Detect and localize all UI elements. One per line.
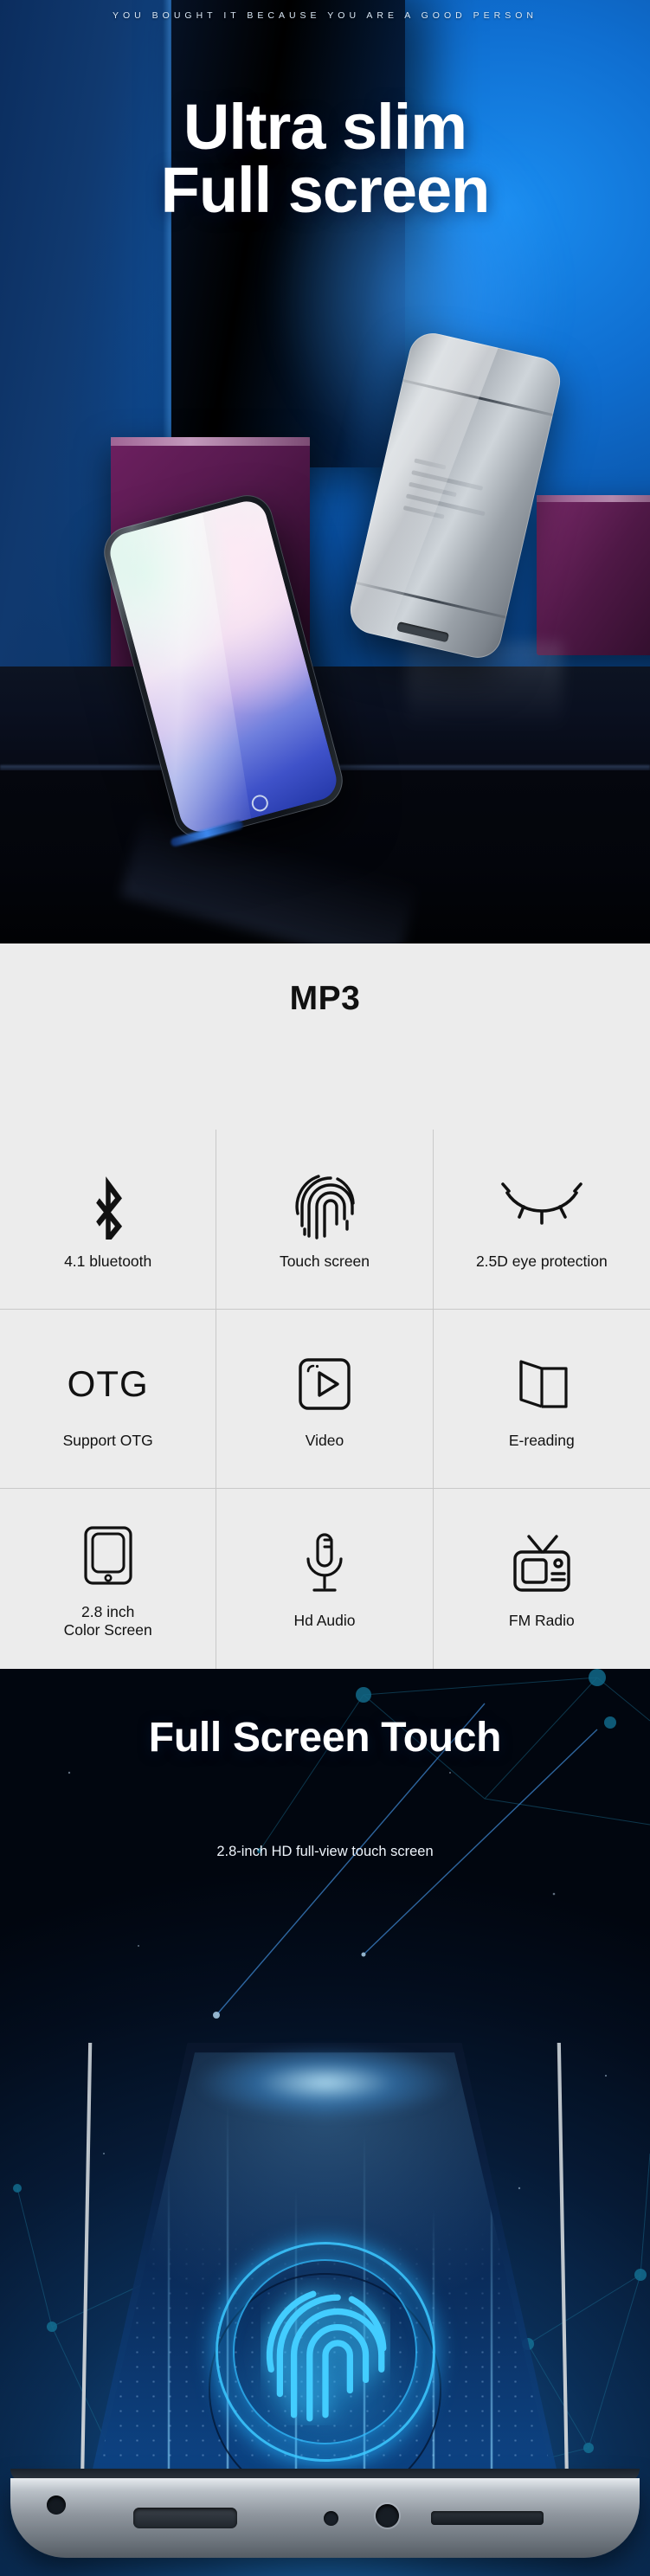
touch-section: Full Screen Touch 2.8-inch HD full-view … (0, 1669, 650, 2576)
feature-label: Hd Audio (293, 1612, 356, 1630)
phone-edge-body (10, 2478, 640, 2558)
touch-title: Full Screen Touch (148, 1715, 502, 1761)
device-top-glow (143, 2031, 507, 2135)
feature-label: 4.1 bluetooth (64, 1252, 152, 1270)
tablet-screen-icon (82, 1518, 134, 1593)
side-hole (47, 2496, 66, 2515)
video-play-icon (296, 1347, 353, 1421)
bluetooth-icon (86, 1168, 131, 1242)
feature-label: 2.5D eye protection (475, 1252, 608, 1270)
feature-label: E-reading (508, 1432, 575, 1450)
feature-label: 2.8 inch Color Screen (64, 1603, 152, 1640)
open-book-icon (511, 1347, 573, 1421)
microphone-icon (299, 1527, 350, 1601)
feature-label: FM Radio (508, 1612, 575, 1630)
touch-subtitle: 2.8-inch HD full-view touch screen (216, 1844, 434, 1859)
feature-label-line2: Color Screen (63, 1621, 152, 1639)
feature-label: Video (305, 1432, 344, 1450)
fingerprint-icon (293, 1168, 357, 1242)
television-icon (508, 1527, 576, 1601)
hero-title-line1: Ultra slim (183, 91, 467, 163)
product-detail-page: YOU BOUGHT IT BECAUSE YOU ARE A GOOD PER… (0, 0, 650, 2576)
feature-cell-eye-protection[interactable]: 2.5D eye protection (433, 1130, 650, 1310)
feature-cell-ereading[interactable]: E-reading (433, 1310, 650, 1490)
otg-text: OTG (67, 1363, 149, 1405)
hero-tagline: YOU BOUGHT IT BECAUSE YOU ARE A GOOD PER… (113, 10, 537, 21)
feature-label-line1: 2.8 inch (81, 1602, 135, 1620)
hero-title: Ultra slim Full screen (0, 95, 650, 222)
feature-cell-otg[interactable]: OTG Support OTG (0, 1309, 217, 1490)
fingerprint-scan-icon (208, 2242, 442, 2506)
microphone-hole (324, 2511, 338, 2526)
feature-cell-touch-screen[interactable]: Touch screen (216, 1130, 434, 1310)
feature-label: Support OTG (62, 1432, 153, 1450)
closed-eye-icon (500, 1168, 583, 1242)
features-section: MP3 4.1 bluetooth Touch screen 2.5D eye … (0, 943, 650, 1669)
player-back-reflection (407, 642, 563, 746)
purple-block-right (537, 495, 650, 655)
feature-cell-video[interactable]: Video (216, 1309, 434, 1490)
usb-port (133, 2508, 237, 2528)
card-slot (431, 2511, 544, 2525)
feature-cell-fm-radio[interactable]: FM Radio (434, 1489, 650, 1669)
features-grid: 4.1 bluetooth Touch screen 2.5D eye prot… (0, 1130, 650, 1669)
features-title: MP3 (289, 980, 361, 1017)
feature-cell-bluetooth[interactable]: 4.1 bluetooth (0, 1130, 217, 1310)
phone-bottom-edge (10, 2469, 640, 2558)
hero-section: YOU BOUGHT IT BECAUSE YOU ARE A GOOD PER… (0, 0, 650, 943)
otg-text-icon: OTG (68, 1347, 149, 1421)
feature-label: Touch screen (279, 1252, 370, 1270)
hero-title-line2: Full screen (160, 154, 491, 227)
headphone-jack (376, 2504, 399, 2528)
feature-cell-color-screen[interactable]: 2.8 inch Color Screen (0, 1489, 217, 1669)
feature-cell-hd-audio[interactable]: Hd Audio (216, 1489, 434, 1669)
